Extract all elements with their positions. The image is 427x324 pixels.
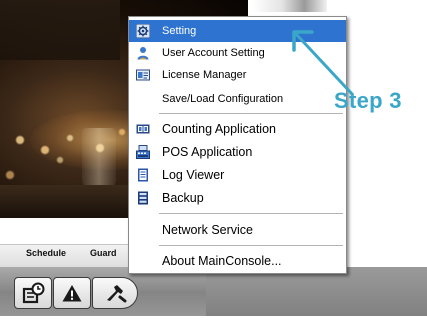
menu-item-label: Setting: [162, 25, 197, 37]
menu-item-label: Network Service: [162, 223, 253, 237]
menu-item-label: License Manager: [162, 69, 247, 81]
gear-icon: [136, 24, 150, 38]
step-label: Step 3: [334, 88, 402, 113]
license-card-icon: [136, 69, 150, 81]
menu-separator: [159, 213, 343, 214]
menu-item-counting-application[interactable]: Counting Application: [129, 118, 346, 140]
user-icon: [137, 47, 149, 60]
menu-item-label: Backup: [162, 191, 204, 205]
counting-app-icon: [136, 124, 150, 134]
menu-item-label: About MainConsole...: [162, 254, 282, 268]
menu-item-label: User Account Setting: [162, 47, 265, 59]
menu-item-label: Save/Load Configuration: [162, 93, 284, 105]
tab-schedule[interactable]: Schedule: [26, 248, 66, 258]
menu-item-about-mainconsole[interactable]: About MainConsole...: [129, 250, 346, 272]
menu-item-log-viewer[interactable]: Log Viewer: [129, 164, 346, 186]
menu-item-label: Counting Application: [162, 122, 276, 136]
warning-button[interactable]: [53, 277, 91, 309]
menu-item-network-service[interactable]: Network Service: [129, 219, 346, 241]
menu-item-label: POS Application: [162, 145, 253, 159]
menu-item-pos-application[interactable]: POS Application: [129, 141, 346, 163]
tab-guard[interactable]: Guard: [90, 248, 117, 258]
bottom-margin: [0, 316, 427, 324]
menu-item-label: Log Viewer: [162, 168, 225, 182]
camera-preview-glass: [82, 128, 116, 188]
tools-icon: [107, 285, 127, 303]
menu-separator: [159, 113, 343, 114]
schedule-button[interactable]: [14, 277, 52, 309]
menu-separator: [159, 245, 343, 246]
warning-icon: [62, 285, 82, 302]
menu-item-backup[interactable]: Backup: [129, 187, 346, 209]
schedule-icon: [22, 282, 45, 304]
title-bar-fragment: [252, 0, 327, 12]
tools-button[interactable]: [92, 277, 138, 309]
pos-register-icon: [136, 145, 150, 159]
backup-icon: [138, 191, 148, 205]
log-document-icon: [138, 168, 148, 182]
